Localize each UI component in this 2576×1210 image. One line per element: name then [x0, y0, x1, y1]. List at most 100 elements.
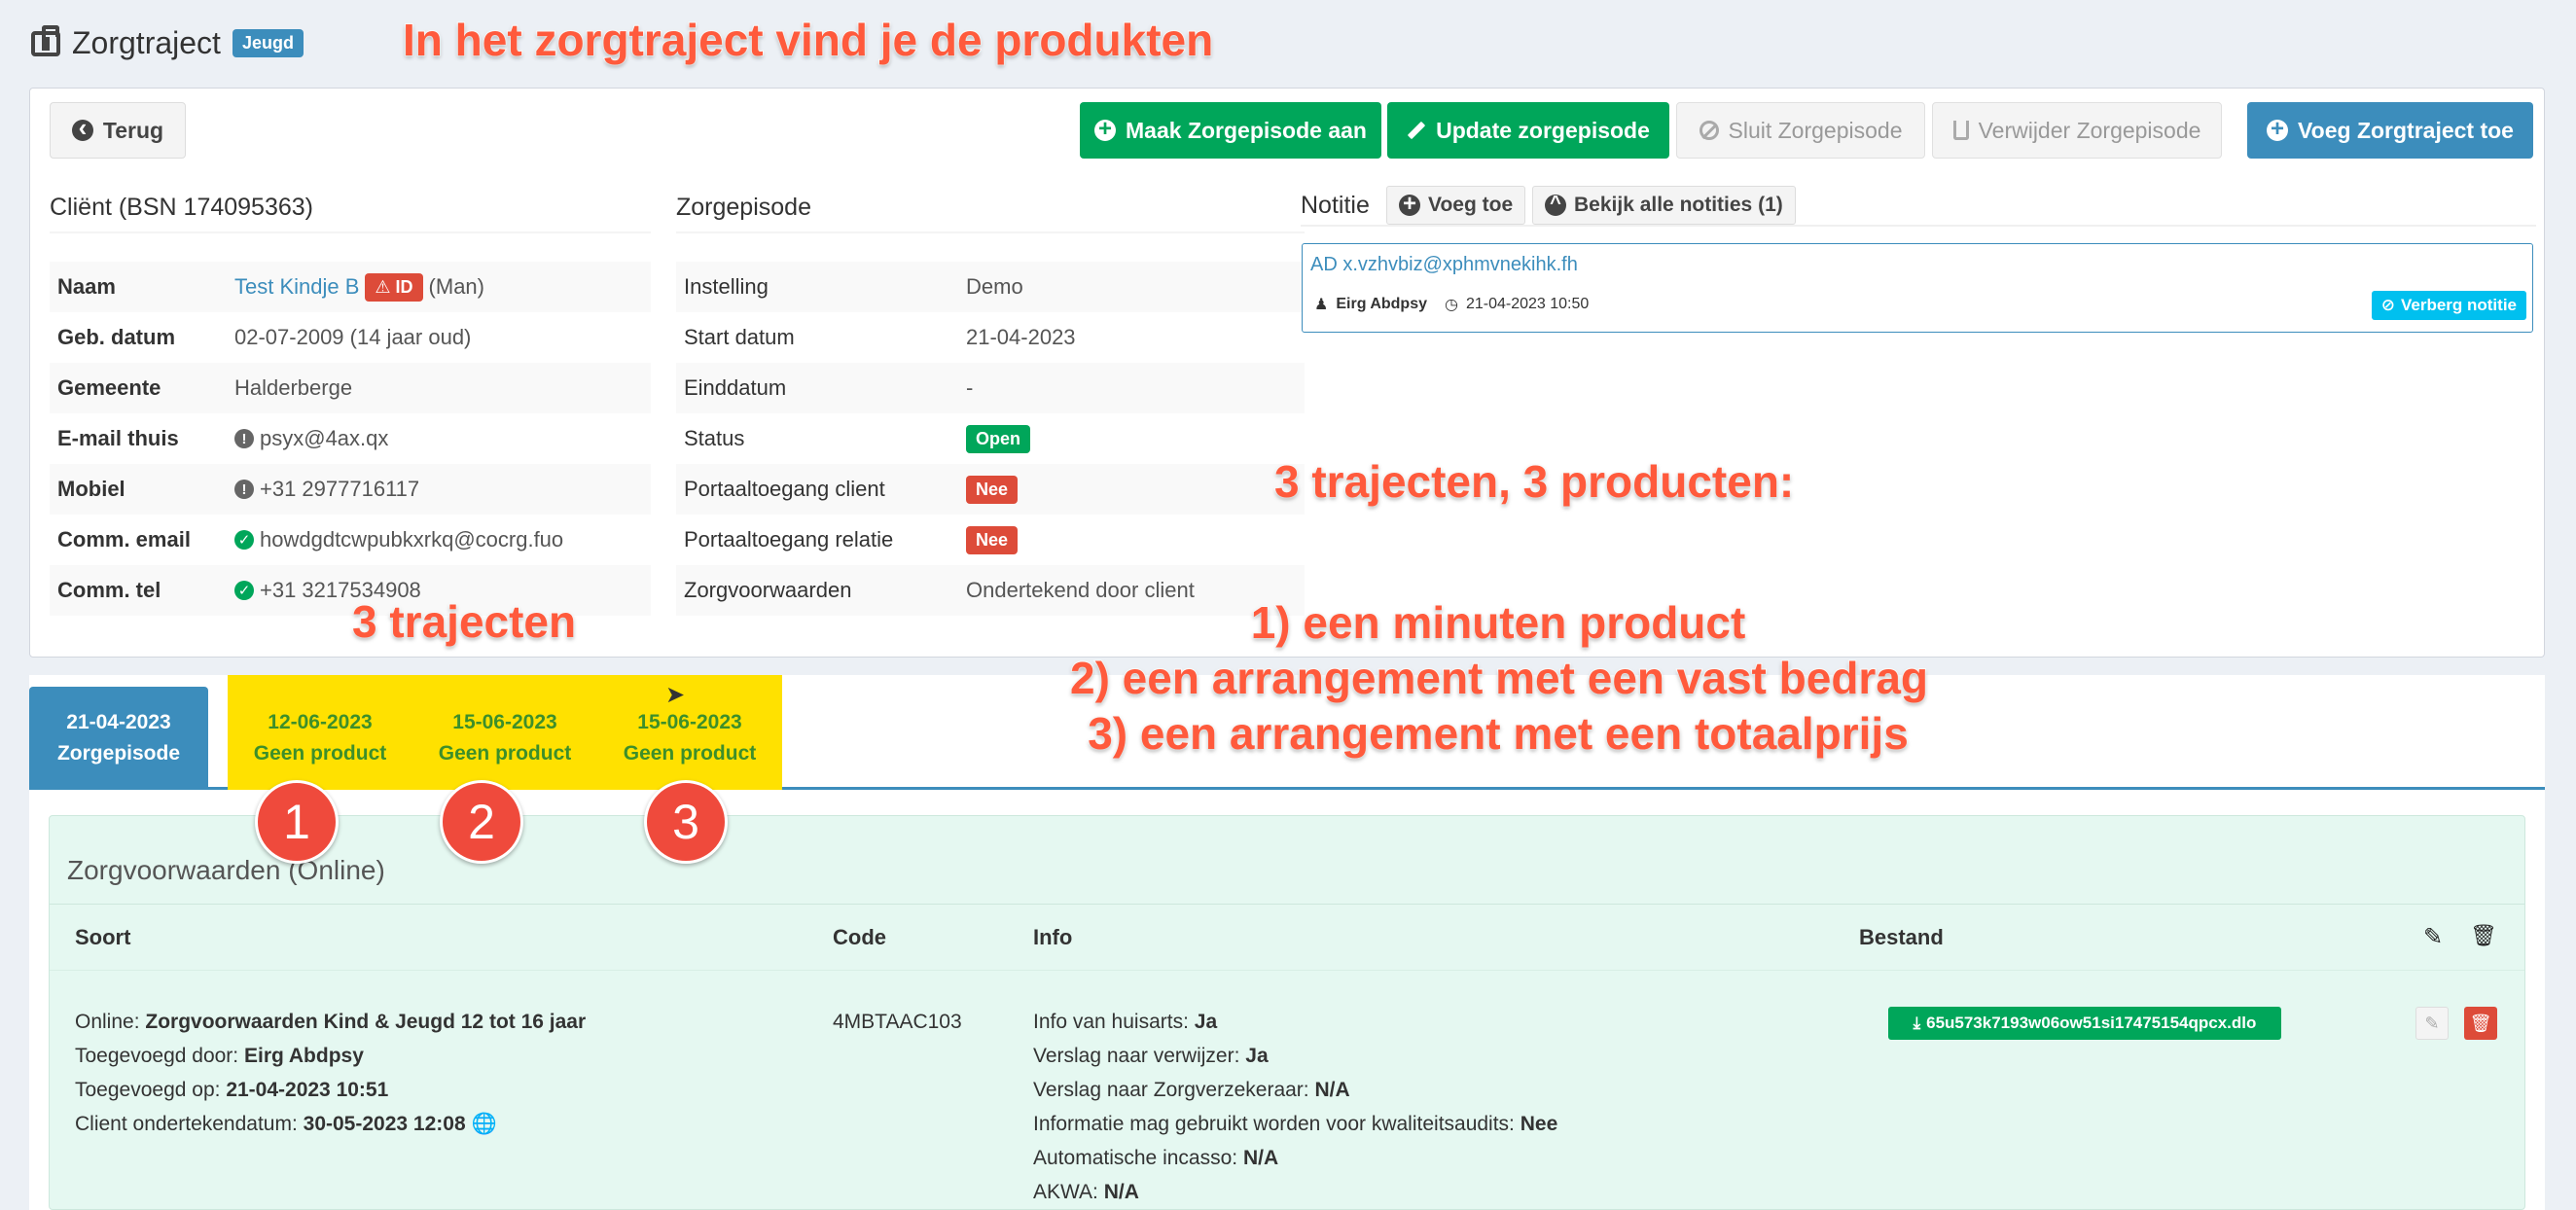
row-label: Comm. email [57, 527, 191, 552]
tab-traject-2[interactable]: 15-06-2023 Geen product [412, 687, 597, 790]
tab-date: 21-04-2023 [66, 711, 171, 733]
row-value: Demo [966, 274, 1023, 299]
edit-header-icon: ✎ [2423, 924, 2444, 950]
column-header: Soort [75, 925, 131, 949]
create-episode-button[interactable]: Maak Zorgepisode aan [1080, 102, 1381, 159]
annotation-list-item: 1) een minuten product [1250, 596, 1747, 649]
annotation-list-item: 2) een arrangement met een vast bedrag [1069, 652, 1929, 704]
view-all-notes-button[interactable]: Bekijk alle notities (1) [1532, 186, 1796, 225]
info-value: N/A [1314, 1079, 1350, 1101]
table-row: Gemeente Halderberge [50, 363, 651, 413]
note-text: AD x.vzhvbiz@xphmvnekihk.fh [1310, 254, 1578, 275]
note-date: 21-04-2023 10:50 [1465, 296, 1590, 312]
info-value: Ja [1245, 1045, 1269, 1067]
info-line: Info van huisarts: Ja [1033, 1005, 1557, 1039]
table-row: Comm. email ✓ howdgdtcwpubkxrkq@cocrg.fuo [50, 515, 651, 565]
tab-date: 15-06-2023 [637, 711, 742, 733]
close-episode-button[interactable]: Sluit Zorgepisode [1676, 102, 1925, 159]
add-note-button[interactable]: Voeg toe [1386, 186, 1526, 225]
update-episode-label: Update zorgepisode [1436, 117, 1650, 143]
row-value: howdgdtcwpubkxrkq@cocrg.fuo [260, 527, 564, 552]
page-title: Zorgtraject Jeugd [31, 24, 304, 61]
plus-icon [2267, 116, 2289, 143]
note-card: AD x.vzhvbiz@xphmvnekihk.fh ♟ Eirg Abdps… [1302, 243, 2533, 333]
annotation-number-2: 2 [440, 780, 523, 864]
soort-key: Online: [75, 1011, 140, 1033]
delete-button[interactable]: 🗑 [2464, 1007, 2497, 1040]
update-episode-button[interactable]: Update zorgepisode [1387, 102, 1669, 159]
tab-zorgepisode[interactable]: 21-04-2023 Zorgepisode [29, 687, 208, 790]
arrow-up-icon [1545, 193, 1566, 216]
soort-key: Client ondertekendatum: [75, 1113, 298, 1135]
clock-icon: ◷ [1444, 297, 1458, 313]
create-episode-label: Maak Zorgepisode aan [1126, 117, 1367, 143]
soort-key: Toegevoegd op: [75, 1079, 221, 1101]
table-row: Portaaltoegang client Nee [676, 464, 1305, 515]
ban-icon [1699, 121, 1719, 140]
globe-icon: 🌐 [471, 1113, 497, 1135]
row-value: 02-07-2009 (14 jaar oud) [234, 325, 472, 349]
delete-episode-button[interactable]: Verwijder Zorgepisode [1932, 102, 2222, 159]
soort-value: Zorgvoorwaarden Kind & Jeugd 12 tot 16 j… [145, 1011, 587, 1033]
table-row: Portaaltoegang relatie Nee [676, 515, 1305, 565]
trash-icon: 🗑 [2469, 1013, 2492, 1033]
episode-heading: Zorgepisode [676, 194, 1305, 233]
annotation-number-1: 1 [255, 780, 339, 864]
note-author: Eirg Abdpsy [1336, 296, 1427, 312]
info-line: AKWA: N/A [1033, 1175, 1557, 1209]
annotation-headline: In het zorgtraject vind je de produkten [402, 14, 1214, 66]
client-name-link[interactable]: Test Kindje B [234, 274, 359, 300]
note-meta: ♟ Eirg Abdpsy ◷ 21-04-2023 10:50 [1314, 295, 1589, 314]
client-heading: Cliënt (BSN 174095363) [50, 194, 651, 233]
table-row: Naam Test Kindje B ⚠ ID (Man) [50, 262, 651, 312]
back-button[interactable]: Terug [50, 102, 186, 159]
zorgvoorwaarden-heading: Zorgvoorwaarden (Online) [67, 855, 385, 885]
plus-icon [1399, 191, 1420, 218]
trash-icon [1952, 121, 1969, 140]
pencil-icon [1407, 121, 1426, 140]
delete-header-icon: 🗑 [2470, 923, 2497, 947]
view-all-notes-label: Bekijk alle notities (1) [1574, 194, 1783, 216]
delete-episode-label: Verwijder Zorgepisode [1978, 117, 2201, 143]
info-value: N/A [1103, 1181, 1139, 1203]
soort-value: Eirg Abdpsy [243, 1045, 364, 1067]
medkit-icon [31, 24, 60, 56]
edit-button[interactable]: ✎ [2415, 1007, 2449, 1040]
close-episode-label: Sluit Zorgepisode [1728, 117, 1903, 143]
table-row: Mobiel ! +31 2977716117 [50, 464, 651, 515]
info-key: Informatie mag gebruikt worden voor kwal… [1033, 1113, 1515, 1135]
plus-icon [1094, 116, 1117, 143]
info-key: AKWA: [1033, 1181, 1098, 1203]
info-value: N/A [1242, 1147, 1279, 1169]
table-row: Start datum 21-04-2023 [676, 312, 1305, 363]
row-value: psyx@4ax.qx [260, 426, 389, 450]
row-label: Status [684, 426, 745, 450]
annotation-trajecten: 3 trajecten [351, 595, 577, 648]
back-label: Terug [102, 117, 164, 143]
jeugd-badge: Jeugd [232, 29, 304, 57]
info-cell: Info van huisarts: Ja Verslag naar verwi… [1033, 1005, 1557, 1209]
divider [50, 904, 2524, 905]
info-line: Informatie mag gebruikt worden voor kwal… [1033, 1107, 1557, 1141]
soort-cell: Online: Zorgvoorwaarden Kind & Jeugd 12 … [75, 1005, 586, 1141]
annotation-summary: 3 trajecten, 3 producten: [1273, 455, 1795, 508]
status-badge: Nee [966, 475, 1019, 504]
table-row: Status Open [676, 413, 1305, 464]
soort-value: 21-04-2023 10:51 [226, 1079, 389, 1101]
row-label: Mobiel [57, 477, 125, 501]
exclamation-icon: ! [234, 429, 254, 448]
notes-heading: Notitie [1301, 192, 1370, 219]
hide-note-button[interactable]: ⊘ Verberg notitie [2371, 291, 2526, 320]
tab-traject-3[interactable]: 15-06-2023 Geen product [597, 687, 782, 790]
zorgvoorwaarden-box: Zorgvoorwaarden (Online) Soort Code Info… [49, 815, 2525, 1210]
info-key: Verslag naar Zorgverzekeraar: [1033, 1079, 1309, 1101]
divider [50, 970, 2524, 971]
download-file-button[interactable]: ⤓ 65u573k7193w06ow51si17475154qpcx.dlo [1888, 1007, 2281, 1040]
check-icon: ✓ [234, 530, 254, 550]
status-badge: Nee [966, 525, 1019, 554]
info-key: Info van huisarts: [1033, 1011, 1189, 1033]
row-label: Portaaltoegang relatie [684, 527, 894, 552]
add-zorgtraject-button[interactable]: Voeg Zorgtraject toe [2247, 102, 2533, 159]
id-badge-text: ID [395, 276, 413, 297]
tab-traject-1[interactable]: 12-06-2023 Geen product [228, 687, 412, 790]
